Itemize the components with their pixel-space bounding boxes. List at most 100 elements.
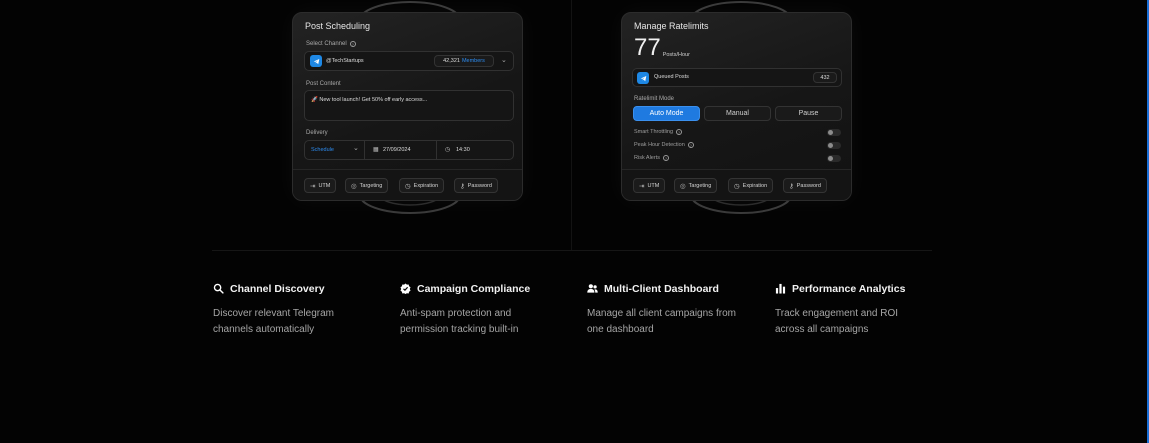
chip-label: Password xyxy=(467,182,492,189)
time-picker[interactable]: ◷ 14:30 xyxy=(439,141,513,159)
toggle-label: Peak Hour Detection xyxy=(634,142,685,148)
target-icon: ◎ xyxy=(351,182,357,190)
feature-multi-client-dashboard: Multi-Client Dashboard Manage all client… xyxy=(587,282,762,338)
peak-hour-detection-toggle[interactable] xyxy=(827,142,841,149)
select-channel-label: Select Channel ? xyxy=(306,41,356,47)
options-bar: ⇥ UTM ◎ Targeting ◷ Expiration ⚷ Password xyxy=(293,169,522,200)
pause-mode-button[interactable]: Pause xyxy=(775,106,842,121)
help-icon: ? xyxy=(676,129,683,135)
date-value: 27/09/2024 xyxy=(383,147,411,153)
card-title: Manage Ratelimits xyxy=(634,21,709,31)
feature-description: Manage all client campaigns from one das… xyxy=(587,308,736,335)
queued-count: 432 xyxy=(820,74,830,81)
feature-channel-discovery: Channel Discovery Discover relevant Tele… xyxy=(213,282,388,338)
delivery-row: Schedule ⌄ ▦ 27/09/2024 ◷ 14:30 xyxy=(304,140,514,160)
post-content-textarea[interactable]: 🚀 New tool launch! Get 50% off early acc… xyxy=(304,90,514,121)
time-value: 14:30 xyxy=(456,147,470,153)
clock-icon: ◷ xyxy=(734,182,740,190)
calendar-icon: ▦ xyxy=(373,147,379,153)
delivery-label: Delivery xyxy=(306,130,328,136)
smart-throttling-toggle[interactable] xyxy=(827,129,841,136)
telegram-icon xyxy=(637,72,649,84)
channel-name: @TechStartups xyxy=(326,58,364,64)
verified-badge-icon xyxy=(400,283,411,294)
feature-description: Anti-spam protection and permission trac… xyxy=(400,308,519,335)
target-icon: ◎ xyxy=(680,182,686,190)
login-icon: ⇥ xyxy=(310,182,316,190)
member-count: 42,321 xyxy=(443,58,460,64)
expiration-chip[interactable]: ◷ Expiration xyxy=(728,178,774,193)
feature-title-row: Performance Analytics xyxy=(775,282,950,295)
bar-chart-icon xyxy=(775,283,786,294)
utm-chip[interactable]: ⇥ UTM xyxy=(633,178,666,193)
risk-alerts-toggle[interactable] xyxy=(827,155,841,162)
date-picker[interactable]: ▦ 27/09/2024 xyxy=(367,141,437,159)
ratelimits-card: Manage Ratelimits 77 Posts/Hour Queued P… xyxy=(621,12,852,201)
chip-label: Targeting xyxy=(688,182,712,189)
key-icon: ⚷ xyxy=(460,182,465,190)
password-chip[interactable]: ⚷ Password xyxy=(783,178,827,193)
clock-icon: ◷ xyxy=(445,147,451,153)
chevron-down-icon: ⌄ xyxy=(353,145,359,152)
chip-label: UTM xyxy=(647,182,660,189)
targeting-chip[interactable]: ◎ Targeting xyxy=(674,178,718,193)
chip-label: UTM xyxy=(318,182,331,189)
smart-throttling-row: Smart Throttling? xyxy=(634,129,683,135)
delivery-mode-select[interactable]: Schedule ⌄ xyxy=(305,141,365,159)
post-content-label: Post Content xyxy=(306,81,341,87)
feature-description: Discover relevant Telegram channels auto… xyxy=(213,308,334,335)
options-bar: ⇥ UTM ◎ Targeting ◷ Expiration ⚷ Password xyxy=(622,169,851,200)
toggle-knob xyxy=(828,130,833,135)
manual-mode-button[interactable]: Manual xyxy=(704,106,771,121)
users-icon xyxy=(587,284,598,293)
post-scheduling-card: Post Scheduling Select Channel ? @TechSt… xyxy=(292,12,523,201)
peak-hour-detection-row: Peak Hour Detection? xyxy=(634,142,694,148)
help-icon: ? xyxy=(662,155,669,161)
rate-value: 77 xyxy=(634,34,661,61)
rate-unit: Posts/Hour xyxy=(662,52,690,58)
feature-campaign-compliance: Campaign Compliance Anti-spam protection… xyxy=(400,282,575,338)
card-title: Post Scheduling xyxy=(305,21,371,31)
select-channel-text: Select Channel xyxy=(306,41,347,47)
members-word: Members xyxy=(461,58,485,64)
chevron-down-icon[interactable]: ⌄ xyxy=(501,56,507,64)
queued-label: Queued Posts xyxy=(654,74,689,80)
feature-description: Track engagement and ROI across all camp… xyxy=(775,308,899,335)
toggle-label: Risk Alerts xyxy=(634,155,660,161)
password-chip[interactable]: ⚷ Password xyxy=(454,178,498,193)
feature-title: Performance Analytics xyxy=(792,282,906,295)
chip-label: Expiration xyxy=(413,182,439,189)
search-icon xyxy=(213,283,224,294)
delivery-mode-value: Schedule xyxy=(311,147,334,153)
toggle-label: Smart Throttling xyxy=(634,129,674,135)
toggle-knob xyxy=(828,143,833,148)
targeting-chip[interactable]: ◎ Targeting xyxy=(345,178,389,193)
key-icon: ⚷ xyxy=(789,182,794,190)
expiration-chip[interactable]: ◷ Expiration xyxy=(399,178,445,193)
feature-title-row: Campaign Compliance xyxy=(400,282,575,295)
feature-title: Campaign Compliance xyxy=(417,282,531,295)
queued-count-badge: 432 xyxy=(813,72,837,83)
utm-chip[interactable]: ⇥ UTM xyxy=(304,178,337,193)
chip-label: Password xyxy=(796,182,821,189)
channel-select[interactable]: @TechStartups 42,321 Members ⌄ xyxy=(304,51,514,71)
feature-title-row: Channel Discovery xyxy=(213,282,388,295)
rate-display: 77 Posts/Hour xyxy=(634,35,690,61)
telegram-icon xyxy=(310,55,322,67)
chip-label: Expiration xyxy=(742,182,768,189)
queued-posts-row: Queued Posts 432 xyxy=(632,68,842,87)
auto-mode-button[interactable]: Auto Mode xyxy=(633,106,700,121)
help-icon: ? xyxy=(349,41,356,47)
post-content-text: 🚀 New tool launch! Get 50% off early acc… xyxy=(311,97,428,103)
help-icon: ? xyxy=(687,142,694,148)
section-divider xyxy=(212,250,932,251)
feature-title-row: Multi-Client Dashboard xyxy=(587,282,762,295)
member-count-badge: 42,321 Members xyxy=(434,55,494,67)
vertical-divider xyxy=(571,0,572,250)
feature-title: Multi-Client Dashboard xyxy=(604,282,719,295)
risk-alerts-row: Risk Alerts? xyxy=(634,155,669,161)
login-icon: ⇥ xyxy=(639,182,645,190)
feature-performance-analytics: Performance Analytics Track engagement a… xyxy=(775,282,950,338)
feature-title: Channel Discovery xyxy=(230,282,325,295)
chip-label: Targeting xyxy=(359,182,383,189)
